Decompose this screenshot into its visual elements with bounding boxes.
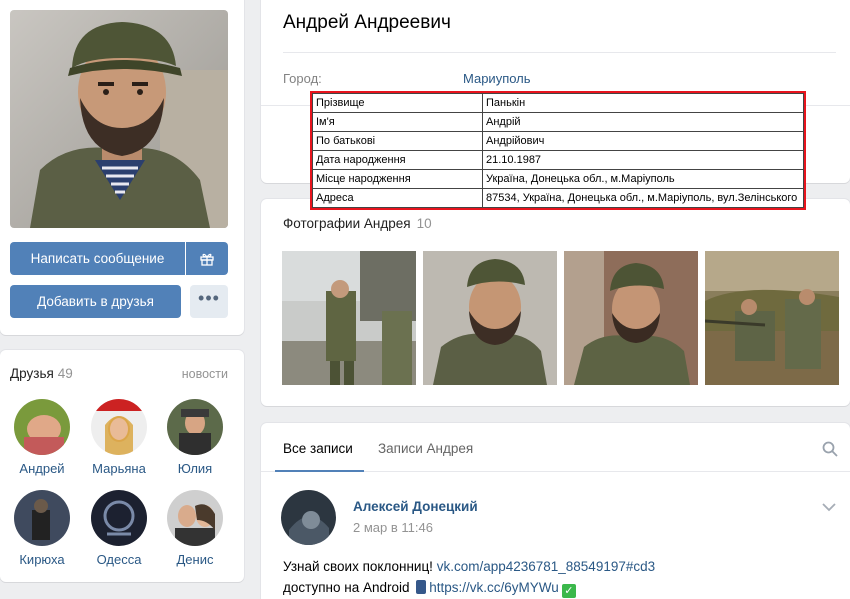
friend-item[interactable]: Марьяна	[84, 399, 154, 476]
more-dots-icon: •••	[198, 288, 220, 308]
table-row: По батькові Андрійович	[312, 131, 804, 151]
photo-thumbnail[interactable]	[564, 251, 698, 385]
add-friend-button[interactable]: Добавить в друзья	[10, 285, 181, 318]
friend-avatar	[167, 490, 223, 546]
friend-item[interactable]: Юлия	[160, 399, 230, 476]
profile-avatar-card: Написать сообщение Добавить в друзья •••	[0, 0, 244, 335]
friend-item[interactable]: Кирюха	[7, 490, 77, 567]
table-key: Місце народження	[312, 169, 483, 189]
post-text: доступно на Android	[283, 580, 414, 595]
personal-data-table: Прізвище Панькін Ім'я Андрій По батькові Ан…	[310, 91, 806, 210]
gift-button[interactable]	[186, 242, 228, 275]
table-key: Ім'я	[312, 112, 483, 132]
phone-emoji-icon	[416, 580, 427, 594]
photos-count: 10	[416, 216, 432, 231]
check-mark-emoji-icon: ✓	[561, 584, 576, 598]
more-actions-button[interactable]: •••	[190, 285, 228, 318]
photos-title: Фотографии Андрея	[283, 216, 411, 231]
post-author-name[interactable]: Алексей Донецкий	[353, 499, 478, 514]
table-key: Адреса	[312, 188, 483, 208]
tab-all-posts[interactable]: Все записи	[283, 441, 353, 456]
friend-name: Денис	[176, 552, 214, 567]
friends-count: 49	[57, 366, 73, 381]
friend-avatar	[91, 399, 147, 455]
divider	[283, 52, 836, 53]
post-author-avatar[interactable]	[281, 490, 336, 545]
table-value: Україна, Донецька обл., м.Маріуполь	[482, 169, 804, 189]
photo-thumbnail[interactable]	[423, 251, 557, 385]
search-icon[interactable]	[822, 441, 838, 457]
table-value: 21.10.1987	[482, 150, 804, 170]
table-row: Ім'я Андрій	[312, 112, 804, 132]
friend-name: Кирюха	[19, 552, 65, 567]
friend-avatar	[91, 490, 147, 546]
friend-item[interactable]: Андрей	[7, 399, 77, 476]
active-tab-indicator	[275, 470, 364, 472]
photos-header[interactable]: Фотографии Андрея 10	[283, 216, 432, 231]
photo-thumbnail[interactable]	[705, 251, 839, 385]
table-key: По батькові	[312, 131, 483, 151]
table-key: Дата народження	[312, 150, 483, 170]
post-text-line: Узнай своих поклонниц! vk.com/app4236781…	[283, 559, 655, 574]
city-label: Город:	[283, 71, 322, 86]
profile-photo[interactable]	[10, 10, 228, 228]
gift-icon	[200, 253, 214, 266]
add-friend-label: Добавить в друзья	[37, 294, 154, 309]
photos-block: Фотографии Андрея 10	[261, 199, 850, 406]
friends-header[interactable]: Друзья 49	[10, 366, 73, 381]
friend-item[interactable]: Денис	[160, 490, 230, 567]
table-row: Місце народження Україна, Донецька обл., …	[312, 169, 804, 189]
table-value: Андрій	[482, 112, 804, 132]
post-text-line: доступно на Android https://vk.cc/6yMYWu…	[283, 580, 579, 598]
send-message-label: Написать сообщение	[30, 251, 165, 266]
friends-block: Друзья 49 новости Андрей Марьяна Юлия Кир…	[0, 350, 244, 582]
chevron-down-icon[interactable]	[822, 503, 836, 512]
table-row: Адреса 87534, Україна, Донецька обл., м.М…	[312, 188, 804, 208]
table-value: Андрійович	[482, 131, 804, 151]
table-row: Дата народження 21.10.1987	[312, 150, 804, 170]
friend-avatar	[14, 399, 70, 455]
wall-block: Все записи Записи Андрея Алексей Донецки…	[261, 423, 850, 599]
table-value: Панькін	[482, 93, 804, 113]
photo-thumbnail[interactable]	[282, 251, 416, 385]
friend-name: Юлия	[177, 461, 213, 476]
friends-title: Друзья	[10, 366, 54, 381]
friend-name: Марьяна	[92, 461, 146, 476]
post-link[interactable]: https://vk.cc/6yMYWu	[429, 580, 559, 595]
tab-own-posts[interactable]: Записи Андрея	[378, 441, 473, 456]
friend-avatar	[14, 490, 70, 546]
table-row: Прізвище Панькін	[312, 93, 804, 113]
post-link[interactable]: vk.com/app4236781_88549197#cd3	[437, 559, 655, 574]
friend-avatar	[167, 399, 223, 455]
send-message-button[interactable]: Написать сообщение	[10, 242, 185, 275]
friend-name: Андрей	[19, 461, 65, 476]
post-date[interactable]: 2 мар в 11:46	[353, 520, 433, 535]
table-key: Прізвище	[312, 93, 483, 113]
friends-news-link[interactable]: новости	[182, 367, 228, 381]
city-link[interactable]: Мариуполь	[463, 71, 531, 86]
friend-item[interactable]: Одесса	[84, 490, 154, 567]
post-text: Узнай своих поклонниц!	[283, 559, 437, 574]
page-title: Андрей Андреевич	[283, 12, 451, 33]
friend-name: Одесса	[96, 552, 142, 567]
wall-tabs: Все записи Записи Андрея	[261, 423, 850, 472]
table-value: 87534, Україна, Донецька обл., м.Маріупо…	[482, 188, 804, 208]
